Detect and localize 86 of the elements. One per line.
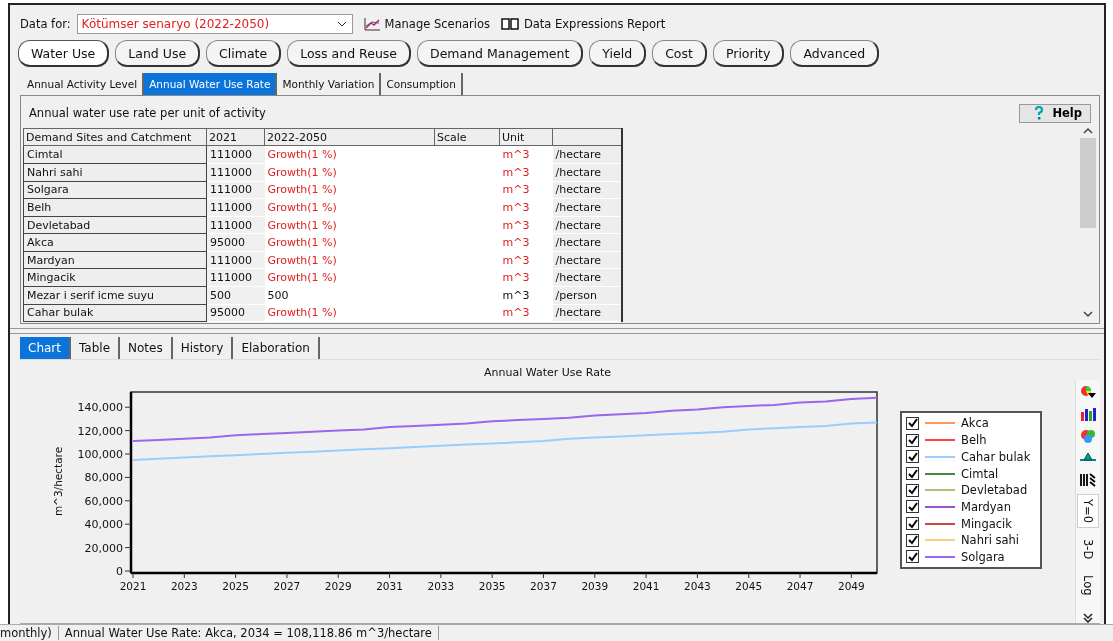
view-tab[interactable]: Elaboration: [233, 337, 320, 360]
y-tick-label: 140,000: [77, 401, 123, 415]
legend-checkbox[interactable]: [906, 450, 919, 464]
x-tick-label: 2031: [376, 580, 403, 593]
y-tick-label: 100,000: [77, 448, 123, 462]
column-header: 2022-2050: [264, 128, 435, 146]
sub-tab[interactable]: Consumption: [381, 73, 463, 96]
y-tick-label: 40,000: [84, 518, 123, 532]
legend-label: Solgara: [961, 549, 1005, 564]
y-axis-title: m^3/hectare: [52, 447, 64, 517]
legend-checkbox[interactable]: [906, 517, 919, 531]
x-tick-label: 2041: [632, 580, 660, 593]
line-chart-icon: [362, 16, 381, 33]
column-header: Unit: [499, 128, 553, 146]
y-tick-label: 20,000: [84, 541, 123, 555]
x-tick-label: 2045: [735, 580, 763, 593]
x-tick-label: 2023: [170, 580, 198, 593]
x-tick-label: 2039: [581, 580, 609, 593]
sub-tab[interactable]: Monthly Variation: [277, 73, 382, 96]
legend-label: Mingacik: [961, 516, 1012, 531]
chart-title: Annual Water Use Rate: [483, 365, 612, 382]
vertical-scrollbar[interactable]: [1079, 126, 1097, 320]
view-tab[interactable]: Table: [71, 337, 120, 360]
category-button[interactable]: Demand Management: [417, 40, 584, 68]
legend-label: Nahri sahi: [961, 533, 1020, 548]
toolbar-link[interactable]: Manage Scenarios: [362, 16, 490, 33]
legend-checkbox[interactable]: [906, 550, 919, 564]
toolbar-link[interactable]: Data Expressions Report: [499, 16, 666, 33]
column-header: Scale: [434, 128, 500, 146]
category-button[interactable]: Advanced: [790, 40, 880, 68]
category-button[interactable]: Yield: [589, 40, 647, 68]
legend-label: Mardyan: [961, 499, 1011, 514]
legend-label: Devletabad: [961, 483, 1028, 498]
x-tick-label: 2049: [838, 580, 865, 593]
view-tab[interactable]: Notes: [120, 337, 173, 360]
x-tick-label: 2035: [478, 580, 506, 593]
legend-checkbox[interactable]: [906, 533, 919, 547]
x-tick-label: 2027: [273, 580, 301, 593]
chart-toggle[interactable]: Y=0: [1077, 494, 1099, 529]
status-text: Annual Water Use Rate: Akca, 2034 = 108,118.86 m^3/hectare: [64, 626, 439, 640]
legend-checkbox[interactable]: [906, 467, 919, 481]
panel-description: Annual water use rate per unit of activity: [29, 106, 266, 121]
x-tick-label: 2033: [427, 580, 455, 593]
x-tick-label: 2047: [786, 580, 814, 593]
sub-tab[interactable]: Annual Water Use Rate: [144, 73, 278, 96]
category-button[interactable]: Priority: [712, 40, 785, 68]
column-header: 2021: [206, 128, 265, 146]
category-button[interactable]: Cost: [652, 40, 707, 68]
column-header: Demand Sites and Catchment: [23, 128, 207, 146]
y-tick-label: 60,000: [84, 494, 123, 508]
x-tick-label: 2021: [119, 580, 147, 593]
legend-label: Belh: [961, 433, 987, 448]
help-button[interactable]: Help: [1019, 103, 1091, 123]
shapes-icon[interactable]: [1079, 428, 1097, 445]
book-icon: [499, 16, 520, 33]
view-tab[interactable]: History: [172, 337, 234, 360]
legend-label: Cahar bulak: [961, 449, 1031, 464]
legend-checkbox[interactable]: [906, 500, 919, 514]
y-tick-label: 0: [116, 565, 123, 579]
x-tick-label: 2043: [684, 580, 711, 593]
category-button[interactable]: Loss and Reuse: [287, 40, 412, 68]
y-tick-label: 80,000: [84, 471, 123, 485]
hatch-icon[interactable]: [1079, 472, 1097, 489]
data-for-label: Data for:: [20, 17, 71, 32]
legend-checkbox[interactable]: [906, 416, 919, 430]
bar-chart-icon[interactable]: [1079, 406, 1097, 423]
x-tick-label: 2029: [324, 580, 352, 593]
category-button[interactable]: Water Use: [18, 40, 110, 68]
x-tick-label: 2037: [530, 580, 557, 593]
category-button[interactable]: Land Use: [115, 40, 201, 68]
legend-checkbox[interactable]: [906, 483, 919, 497]
chart-toggle[interactable]: Log: [1077, 570, 1099, 601]
y-tick-label: 120,000: [77, 424, 123, 438]
legend-label: Akca: [961, 416, 989, 431]
chart-toggle[interactable]: 3-D: [1077, 534, 1099, 565]
question-mark-icon: [1034, 106, 1045, 121]
x-tick-label: 2025: [222, 580, 249, 593]
view-tab[interactable]: Chart: [20, 337, 71, 360]
category-button[interactable]: Climate: [206, 40, 282, 68]
legend-checkbox[interactable]: [906, 433, 919, 447]
legend-label: Cimtal: [961, 466, 999, 481]
column-header: [552, 128, 622, 146]
scenario-dropdown[interactable]: Kötümser senaryo (2022-2050): [76, 14, 353, 35]
double-chevron-down-icon: [1083, 613, 1093, 623]
chevron-down-icon: [1082, 309, 1094, 320]
status-text: monthly): [0, 626, 59, 640]
